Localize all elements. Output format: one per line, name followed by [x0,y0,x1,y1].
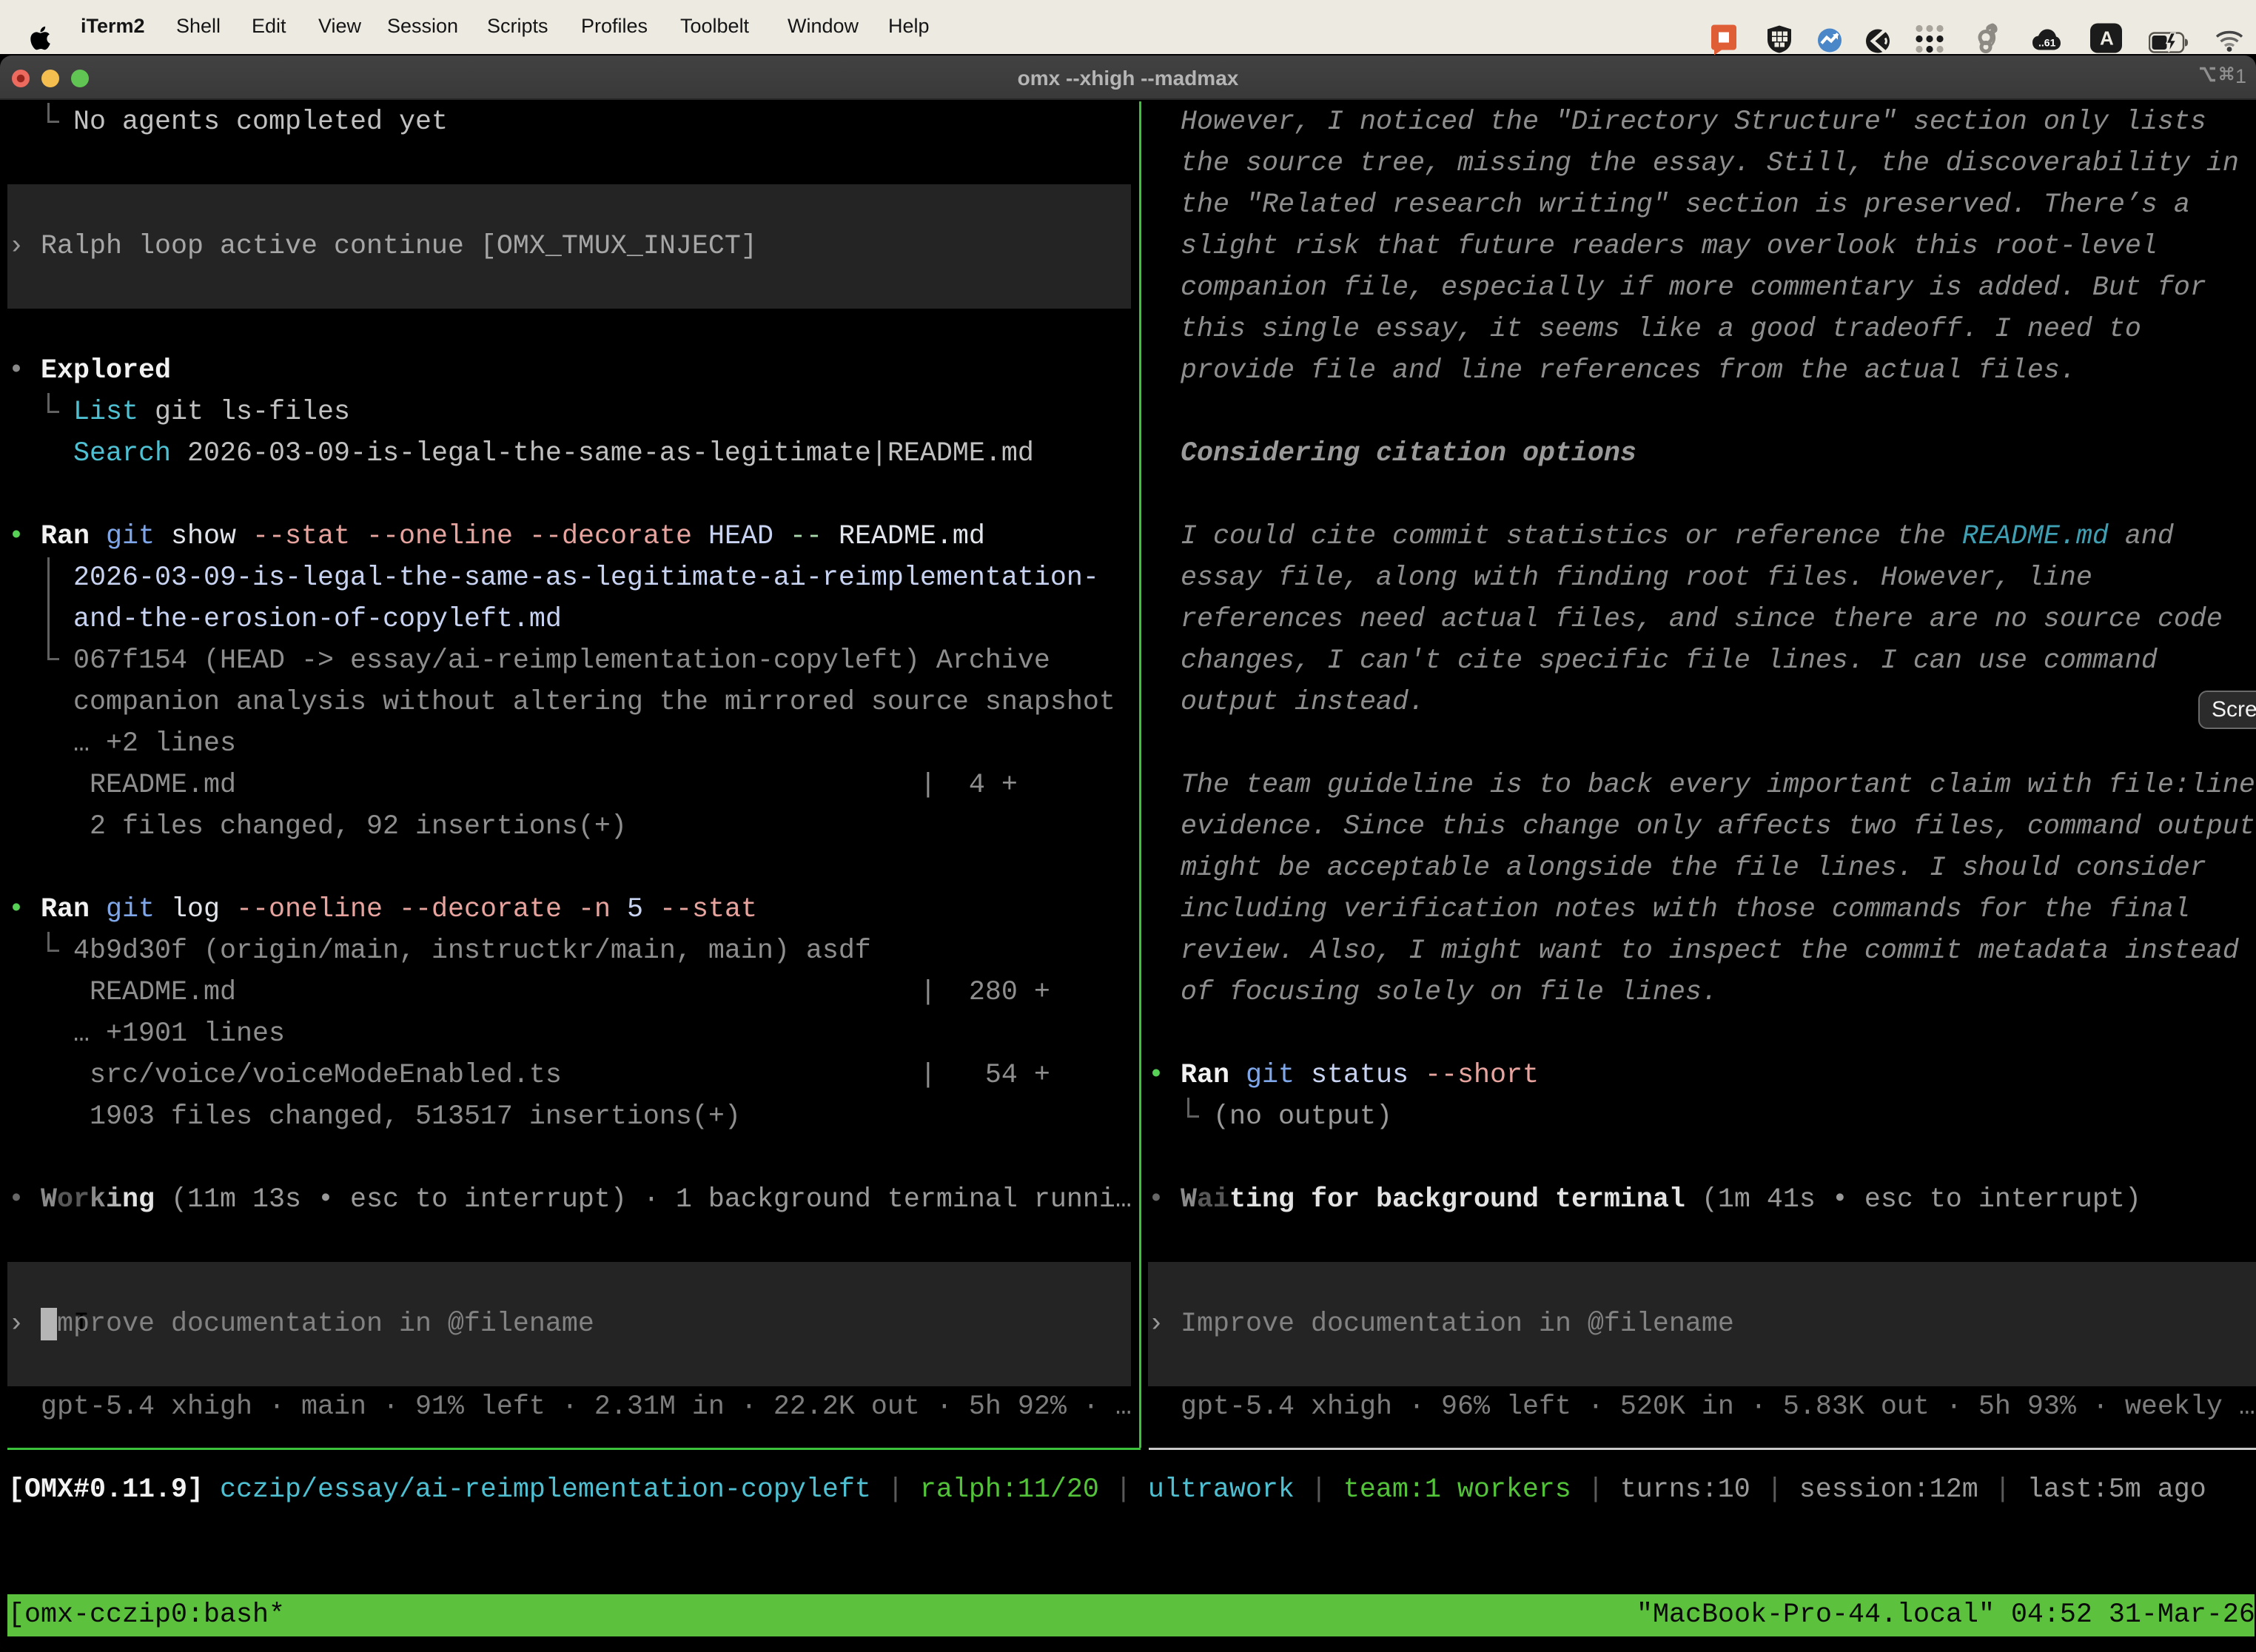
svg-text:..61: ..61 [2038,37,2056,49]
svg-text:A: A [2100,27,2114,50]
